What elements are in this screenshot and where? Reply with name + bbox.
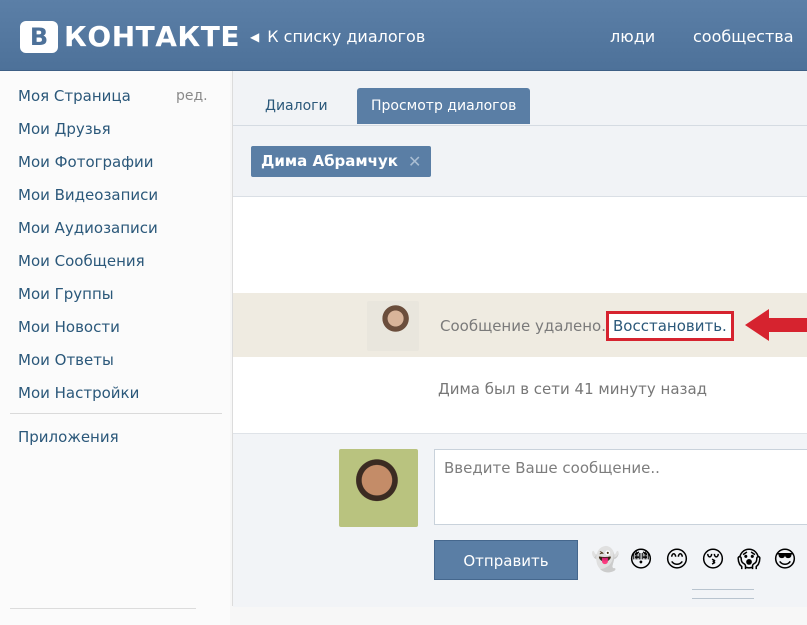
back-link-label: К списку диалогов	[267, 27, 426, 46]
sidebar-item-photos[interactable]: Мои Фотографии	[18, 153, 154, 171]
restore-message-link[interactable]: Восстановить.	[606, 311, 734, 341]
smile-icon[interactable]: 😊	[663, 546, 691, 574]
flushed-face-icon[interactable]: 😳	[627, 546, 655, 574]
compose-area: Введите Ваше сообщение.. Отправить 👻 😳 😊…	[233, 433, 807, 607]
back-to-dialogs-link[interactable]: ◀ К списку диалогов	[250, 27, 425, 46]
tab-view-dialogs[interactable]: Просмотр диалогов	[357, 88, 531, 124]
kiss-icon[interactable]: 😚	[699, 546, 727, 574]
deleted-message-row: Сообщение удалено. Восстановить.	[233, 293, 807, 357]
tab-bar: Диалоги Просмотр диалогов	[233, 71, 807, 126]
sidebar-bottom-divider	[10, 608, 196, 609]
sidebar-item-messages[interactable]: Мои Сообщения	[18, 252, 145, 270]
contact-chip[interactable]: Дима Абрамчук ✕	[251, 146, 432, 177]
sidebar-item-groups[interactable]: Мои Группы	[18, 285, 114, 303]
logo-text: КОНТАКТЕ	[64, 20, 241, 53]
scream-icon[interactable]: 😱	[735, 546, 763, 574]
sunglasses-icon[interactable]: 😎	[771, 546, 799, 574]
contact-chip-label: Дима Абрамчук	[261, 152, 398, 170]
resize-handle[interactable]	[692, 589, 754, 599]
message-placeholder: Введите Ваше сообщение..	[444, 459, 660, 477]
header-bar: В КОНТАКТЕ ◀ К списку диалогов люди сооб…	[0, 0, 807, 71]
dialog-panel: Диалоги Просмотр диалогов Дима Абрамчук …	[232, 71, 807, 607]
tab-dialogs[interactable]: Диалоги	[251, 88, 342, 124]
sidebar-item-audio[interactable]: Мои Аудиозаписи	[18, 219, 158, 237]
close-icon[interactable]: ✕	[408, 146, 421, 177]
sidebar-item-friends[interactable]: Мои Друзья	[18, 120, 111, 138]
message-input[interactable]: Введите Ваше сообщение..	[434, 449, 807, 525]
sidebar-item-settings[interactable]: Мои Настройки	[18, 384, 139, 402]
nav-communities[interactable]: сообщества	[693, 27, 794, 46]
sidebar-item-apps[interactable]: Приложения	[18, 428, 119, 446]
sidebar: Моя Страница ред. Мои Друзья Мои Фотогра…	[0, 71, 230, 625]
contact-avatar[interactable]	[367, 301, 419, 351]
chevron-left-icon: ◀	[250, 29, 260, 44]
sidebar-item-videos[interactable]: Мои Видеозаписи	[18, 186, 158, 204]
vk-logo[interactable]: В КОНТАКТЕ	[20, 20, 240, 53]
online-status: Дима был в сети 41 минуту назад	[438, 380, 708, 398]
sidebar-item-news[interactable]: Мои Новости	[18, 318, 120, 336]
send-button[interactable]: Отправить	[434, 540, 578, 580]
nav-people[interactable]: люди	[610, 27, 655, 46]
sidebar-divider	[10, 413, 222, 414]
sidebar-edit-link[interactable]: ред.	[176, 88, 208, 104]
sidebar-item-my-page[interactable]: Моя Страница	[18, 87, 131, 105]
ghost-icon[interactable]: 👻	[591, 546, 620, 574]
red-arrow-annotation	[745, 309, 807, 341]
deleted-message-text: Сообщение удалено.	[440, 317, 606, 335]
sidebar-item-answers[interactable]: Мои Ответы	[18, 351, 114, 369]
emoji-bar: 👻 😳 😊 😚 😱 😎 😊	[591, 546, 807, 574]
filter-bar: Дима Абрамчук ✕	[233, 126, 807, 197]
logo-mark: В	[20, 20, 58, 53]
my-avatar[interactable]	[339, 449, 418, 527]
